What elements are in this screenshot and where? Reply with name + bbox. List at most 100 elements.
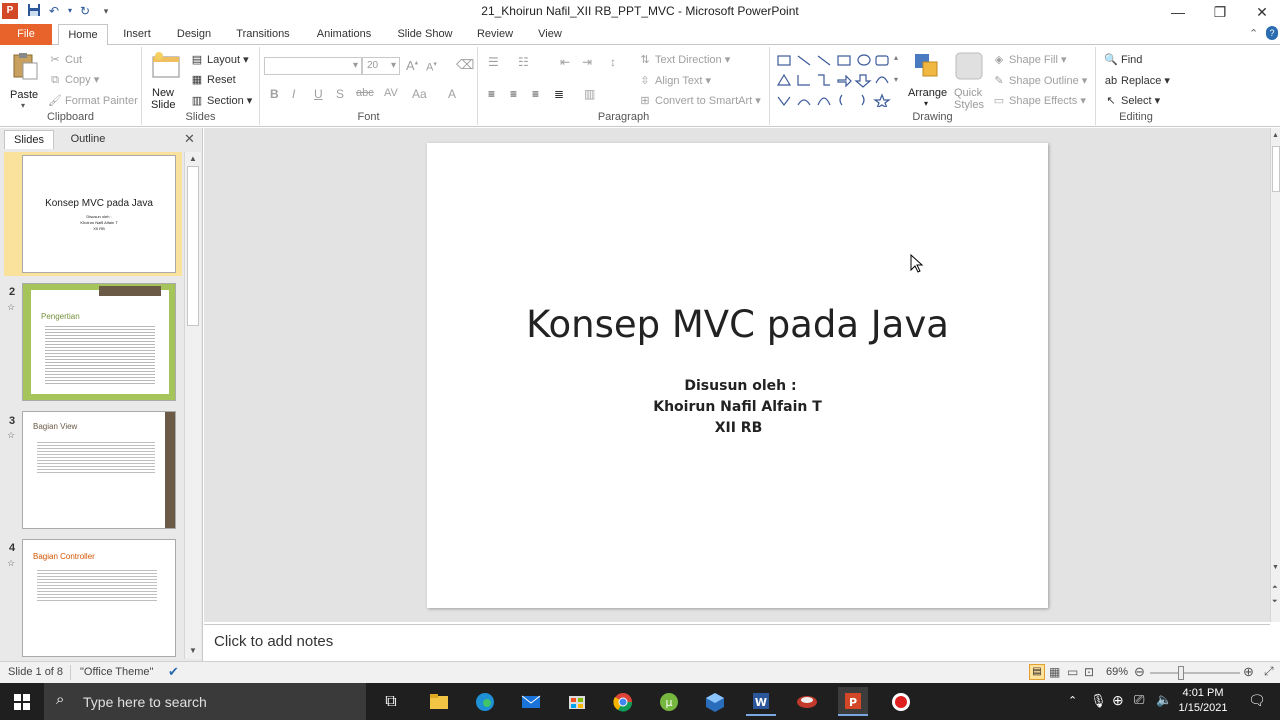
maximize-button[interactable]: ❐ — [1198, 0, 1242, 24]
notes-pane[interactable]: Click to add notes — [204, 624, 1270, 661]
panel-scrollbar[interactable]: ▲ ▼ — [184, 152, 201, 659]
task-view-icon[interactable]: ⧉ — [376, 687, 406, 716]
quick-styles-button[interactable]: Quick Styles — [950, 51, 986, 111]
font-family-field[interactable]: ▾ — [264, 57, 362, 75]
arrange-button[interactable]: Arrange ▾ — [908, 51, 947, 111]
editor-scroll-down-icon[interactable]: ▼ — [1272, 564, 1279, 571]
format-painter-button[interactable]: 🖌 Format Painter — [48, 94, 138, 108]
virtualbox-icon[interactable] — [700, 687, 730, 716]
volume-icon[interactable]: 🔈 — [1156, 692, 1172, 708]
underline-button[interactable]: U — [314, 87, 323, 101]
scroll-up-icon[interactable]: ▲ — [189, 154, 197, 163]
next-slide-icon[interactable]: ⏷ — [1272, 598, 1278, 606]
minimize-button[interactable]: — — [1156, 0, 1200, 24]
mail-icon[interactable] — [516, 687, 546, 716]
section-button[interactable]: ▥ Section ▾ — [190, 94, 252, 108]
show-hidden-icons[interactable]: ⌃ — [1068, 694, 1077, 707]
screen-recorder-icon[interactable] — [886, 687, 916, 716]
grow-font-button[interactable]: A▴ — [406, 58, 418, 73]
replace-button[interactable]: ab Replace ▾ — [1104, 74, 1170, 88]
slide-thumbnail-3[interactable]: Bagian View — [22, 411, 176, 529]
shapes-scroll-down-icon[interactable]: ▾ — [894, 75, 898, 84]
align-center-icon[interactable]: ≡ — [510, 87, 517, 101]
collapse-ribbon-icon[interactable]: ⌃ — [1249, 27, 1258, 40]
previous-slide-icon[interactable]: ⏶ — [1272, 584, 1278, 592]
text-direction-button[interactable]: ⇅ Text Direction ▾ — [638, 53, 730, 67]
store-icon[interactable] — [562, 687, 592, 716]
new-slide-button[interactable]: New Slide — [148, 51, 184, 111]
zoom-level[interactable]: 69% — [1106, 666, 1128, 678]
slide-thumbnail-2[interactable]: Pengertian — [22, 283, 176, 401]
strikethrough-button[interactable]: abc — [356, 87, 374, 99]
tab-insert[interactable]: Insert — [114, 24, 160, 45]
edge-icon[interactable] — [470, 687, 500, 716]
zoom-out-icon[interactable]: ⊖ — [1134, 664, 1145, 680]
tab-design[interactable]: Design — [170, 24, 218, 45]
reset-button[interactable]: ▦ Reset — [190, 73, 236, 87]
slide-subtitle[interactable]: Disusun oleh : Khoirun Nafil Alfain T XI… — [427, 376, 1048, 439]
fit-slide-icon[interactable]: ⤢ — [1264, 664, 1274, 679]
clear-formatting-icon[interactable]: ⌫ — [456, 57, 474, 73]
panel-scroll-thumb[interactable] — [187, 166, 199, 326]
language-icon[interactable]: ⊕ — [1112, 692, 1124, 709]
slide-show-icon[interactable]: ⊡ — [1084, 665, 1094, 679]
align-text-button[interactable]: ⇳ Align Text ▾ — [638, 74, 711, 88]
normal-view-icon[interactable]: ▤ — [1029, 664, 1045, 680]
convert-smartart-button[interactable]: ⊞ Convert to SmartArt ▾ — [638, 94, 760, 108]
powerpoint-taskbar-icon[interactable]: P — [838, 687, 868, 716]
tab-transitions[interactable]: Transitions — [230, 24, 296, 45]
bold-button[interactable]: B — [270, 87, 279, 101]
slide-title[interactable]: Konsep MVC pada Java — [427, 303, 1048, 346]
zoom-slider-thumb[interactable] — [1178, 666, 1184, 680]
shadow-button[interactable]: S — [336, 87, 344, 101]
close-panel-icon[interactable]: ✕ — [184, 131, 195, 147]
taskbar-clock[interactable]: 4:01 PM 1/15/2021 — [1178, 686, 1228, 716]
justify-icon[interactable]: ≣ — [554, 87, 564, 101]
align-left-icon[interactable]: ≡ — [488, 87, 495, 101]
shape-effects-button[interactable]: ▭ Shape Effects ▾ — [992, 94, 1086, 108]
decrease-indent-icon[interactable]: ⇤ — [560, 55, 570, 69]
file-explorer-icon[interactable] — [424, 687, 454, 716]
line-spacing-icon[interactable]: ↕ — [610, 55, 616, 69]
app-icon[interactable] — [792, 687, 822, 716]
help-icon[interactable]: ? — [1266, 26, 1278, 40]
slide-thumbnail-1[interactable]: Konsep MVC pada Java Disusun oleh : Khoi… — [22, 155, 176, 273]
taskbar-search-box[interactable]: ⌕ Type here to search — [44, 683, 366, 720]
tab-review[interactable]: Review — [472, 24, 518, 45]
change-case-button[interactable]: Aa — [412, 87, 427, 101]
slide-thumbnail-4[interactable]: Bagian Controller — [22, 539, 176, 657]
shape-outline-button[interactable]: ✎ Shape Outline ▾ — [992, 74, 1087, 88]
tab-animations[interactable]: Animations — [310, 24, 378, 45]
columns-icon[interactable]: ▥ — [584, 87, 595, 101]
zoom-in-icon[interactable]: ⊕ — [1243, 664, 1254, 680]
character-spacing-button[interactable]: AV — [384, 87, 398, 99]
copy-button[interactable]: ⧉ Copy ▾ — [48, 73, 99, 87]
scroll-down-icon[interactable]: ▼ — [189, 646, 197, 655]
shapes-gallery-icon[interactable] — [776, 53, 892, 107]
reading-view-icon[interactable]: ▭ — [1067, 665, 1078, 679]
select-button[interactable]: ↖ Select ▾ — [1104, 94, 1160, 108]
microphone-icon[interactable]: 🎙 — [1090, 693, 1107, 709]
slide-sorter-icon[interactable]: ▦ — [1049, 665, 1060, 679]
bullets-icon[interactable]: ☰ — [488, 55, 499, 69]
editor-scroll-up-icon[interactable]: ▲ — [1272, 132, 1279, 139]
font-size-field[interactable]: 20 ▾ — [362, 57, 400, 75]
tab-slides-panel[interactable]: Slides — [4, 130, 54, 149]
editor-scroll-thumb[interactable] — [1272, 146, 1280, 192]
find-button[interactable]: 🔍 Find — [1104, 53, 1142, 67]
cut-button[interactable]: ✂ Cut — [48, 53, 82, 67]
tab-outline-panel[interactable]: Outline — [58, 130, 118, 149]
word-icon[interactable]: W — [746, 687, 776, 716]
tab-slide-show[interactable]: Slide Show — [392, 24, 458, 45]
close-button[interactable]: ✕ — [1240, 0, 1280, 24]
shape-fill-button[interactable]: ◈ Shape Fill ▾ — [992, 53, 1067, 67]
italic-button[interactable]: I — [292, 87, 295, 101]
layout-button[interactable]: ▤ Layout ▾ — [190, 53, 249, 67]
zoom-slider[interactable] — [1150, 672, 1240, 674]
shapes-scroll-up-icon[interactable]: ▴ — [894, 53, 898, 62]
network-icon[interactable]: ⎚ — [1134, 692, 1144, 708]
paste-button[interactable]: Paste ▾ — [8, 51, 42, 110]
utorrent-icon[interactable]: µ — [654, 687, 684, 716]
windows-start-icon[interactable] — [14, 694, 30, 710]
tab-view[interactable]: View — [532, 24, 568, 45]
